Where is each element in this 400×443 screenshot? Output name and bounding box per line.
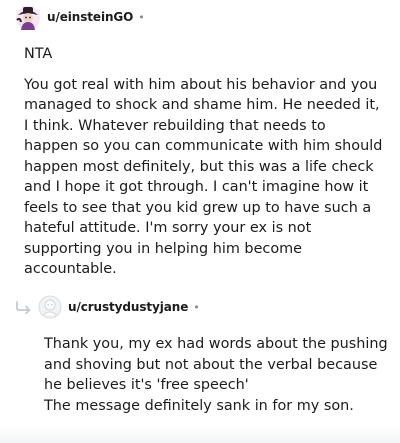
reply-body: Thank you, my ex had words about the pus… [44,334,388,416]
comment-paragraph: You got real with him about his behavior… [24,76,383,278]
username[interactable]: u/einsteinGO [47,10,133,24]
bottom-fade [0,425,400,443]
comment-paragraph: The message definitely sank in for my so… [44,397,354,414]
username[interactable]: u/crustydustyjane [68,300,188,314]
avatar[interactable] [38,295,62,319]
separator-dot: • [138,10,145,24]
comment-paragraph: Thank you, my ex had words about the pus… [44,336,388,393]
reply-arrow-icon [16,301,31,314]
comment-paragraph: NTA [24,46,53,62]
comment-header: u/einsteinGO • [15,4,145,30]
reply-header: u/crustydustyjane • [14,294,200,320]
comment-body: NTA You got real with him about his beha… [24,44,384,280]
avatar[interactable] [15,4,41,30]
separator-dot: • [193,300,200,314]
